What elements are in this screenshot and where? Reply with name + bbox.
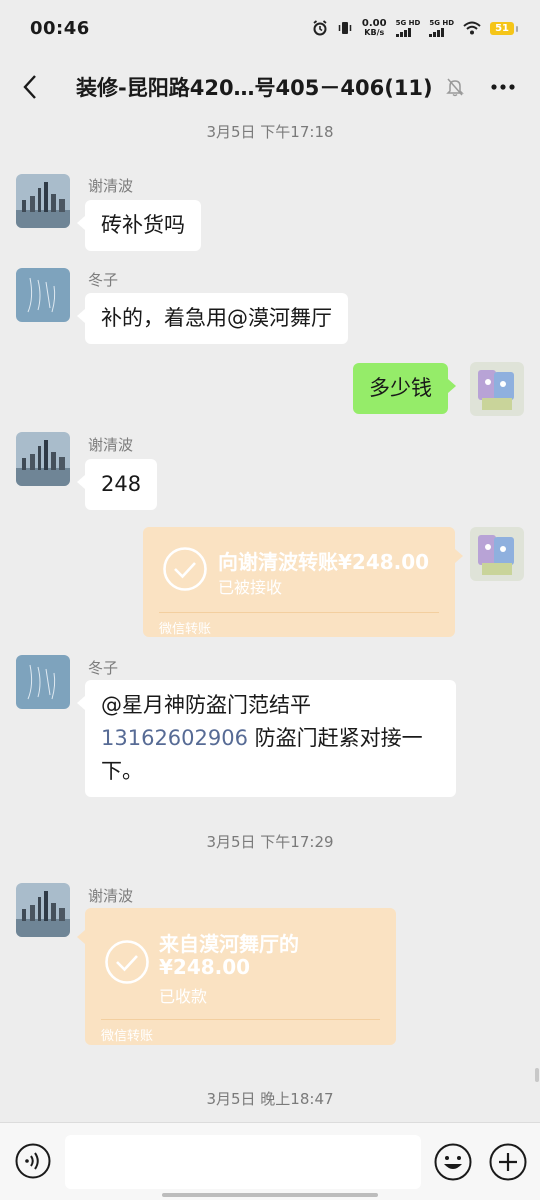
emoji-icon[interactable] xyxy=(434,1143,472,1181)
avatar-xie-qingbo[interactable] xyxy=(16,174,70,228)
avatar-me[interactable] xyxy=(470,527,524,581)
message-bubble[interactable]: 砖补货吗 xyxy=(77,200,201,251)
message-input[interactable] xyxy=(65,1135,421,1189)
my-message-bubble[interactable]: 多少钱 xyxy=(353,363,456,414)
phone-number-link[interactable]: 13162602906 xyxy=(101,726,248,750)
vibrate-icon xyxy=(338,22,352,34)
status-time: 00:46 xyxy=(30,17,90,39)
home-indicator xyxy=(162,1193,378,1197)
sender-name: 冬子 xyxy=(88,271,119,289)
chat-screen: 00:46 0.00 KB/s 5G HD 5G HD 51 装修-昆阳路420… xyxy=(0,0,540,1200)
alarm-icon xyxy=(313,20,327,36)
timestamp: 3月5日 下午17:18 xyxy=(206,123,334,141)
back-icon xyxy=(23,75,36,99)
check-circle-icon xyxy=(163,547,207,591)
chat-header: 装修-昆阳路420…号405－406(11) xyxy=(0,56,540,118)
status-bar: 00:46 0.00 KB/s 5G HD 5G HD 51 xyxy=(0,0,540,56)
transfer-card-sent[interactable]: 向谢清波转账¥248.00 已被接收 微信转账 xyxy=(143,527,463,637)
timestamp: 3月5日 下午17:29 xyxy=(206,833,334,851)
timestamp: 3月5日 晚上18:47 xyxy=(206,1090,334,1108)
mute-bell-icon xyxy=(446,78,464,97)
sim1-signal: 5G HD xyxy=(395,19,420,37)
sender-name: 谢清波 xyxy=(88,436,134,454)
avatar-dongzi[interactable] xyxy=(16,268,70,322)
wifi-icon xyxy=(463,21,481,35)
sender-name: 谢清波 xyxy=(88,887,134,905)
transfer-card-received[interactable]: 来自漠河舞厅的 ¥248.00 已收款 微信转账 xyxy=(77,908,396,1045)
chat-title: 装修-昆阳路420…号405－406(11) xyxy=(76,76,433,100)
avatar-dongzi[interactable] xyxy=(16,655,70,709)
avatar-xie-qingbo[interactable] xyxy=(16,432,70,486)
message-bubble[interactable]: 248 xyxy=(76,459,158,510)
sim2-signal: 5G HD xyxy=(429,19,454,37)
sender-name: 冬子 xyxy=(88,659,119,677)
net-speed: 0.00 KB/s xyxy=(361,18,387,38)
voice-icon[interactable] xyxy=(15,1143,51,1179)
status-icons: 0.00 KB/s 5G HD 5G HD 51 xyxy=(312,18,518,38)
check-circle-icon xyxy=(105,940,149,984)
message-bubble[interactable]: @星月神防盗门范结平 13162602906 防盗门赶紧对接一 下。 xyxy=(77,680,456,797)
avatar-me[interactable] xyxy=(470,362,524,416)
plus-icon[interactable] xyxy=(489,1143,527,1181)
avatar-xie-qingbo[interactable] xyxy=(16,883,70,937)
message-bubble[interactable]: 补的，着急用@漠河舞厅 xyxy=(77,293,348,344)
sender-name: 谢清波 xyxy=(88,177,134,195)
scrollbar[interactable] xyxy=(535,1068,539,1082)
back-button[interactable] xyxy=(0,56,60,118)
input-bar xyxy=(0,1122,540,1200)
more-icon[interactable] xyxy=(490,76,516,98)
battery-indicator: 51 xyxy=(490,21,518,35)
